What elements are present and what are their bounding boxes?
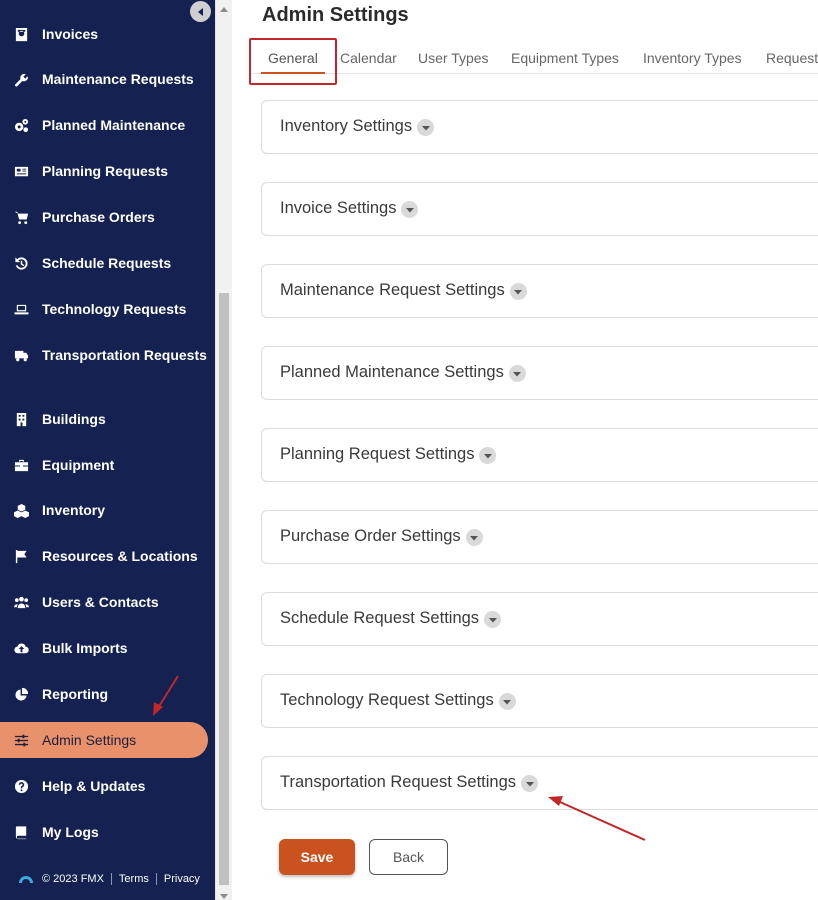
tab-calendar[interactable]: Calendar — [340, 50, 397, 66]
fmx-logo-icon — [19, 876, 33, 883]
boxes-icon — [12, 501, 30, 519]
newspaper-icon — [12, 162, 30, 180]
sidebar-item-label: Maintenance Requests — [42, 71, 194, 87]
copyright-text: © 2023 FMX — [42, 873, 104, 885]
caret-down-icon[interactable] — [508, 365, 526, 382]
page-title: Admin Settings — [262, 4, 409, 26]
back-button[interactable]: Back — [369, 839, 448, 875]
caret-down-icon[interactable] — [484, 611, 502, 628]
triangle-up-icon — [220, 7, 228, 12]
sidebar-item-label: Users & Contacts — [42, 594, 159, 610]
chevron-left-icon — [197, 7, 203, 16]
collapse-sidebar-button[interactable] — [190, 1, 211, 22]
panel-planned-maintenance-settings[interactable]: Planned Maintenance Settings — [261, 346, 818, 400]
sidebar-item-label: Resources & Locations — [42, 548, 198, 564]
flag-icon — [12, 547, 30, 565]
sidebar: Invoices Maintenance Requests Planned Ma… — [0, 0, 215, 900]
history-icon — [12, 254, 30, 272]
cloud-upload-icon — [12, 639, 30, 657]
scroll-down-arrow[interactable] — [219, 888, 229, 899]
wrench-icon — [12, 70, 30, 88]
caret-down-icon[interactable] — [521, 775, 539, 792]
sidebar-item-label: Planning Requests — [42, 163, 169, 179]
cart-icon — [12, 208, 30, 226]
users-icon — [12, 593, 30, 611]
tab-equipment-types[interactable]: Equipment Types — [511, 50, 619, 66]
triangle-down-icon — [220, 894, 228, 899]
sidebar-item-label: Bulk Imports — [42, 640, 128, 656]
invoice-icon — [12, 25, 30, 43]
sliders-icon — [12, 731, 30, 749]
sidebar-item-label: Reporting — [42, 686, 109, 702]
save-button[interactable]: Save — [279, 839, 355, 875]
annotation-highlight-box — [249, 38, 337, 85]
panel-purchase-order-settings[interactable]: Purchase Order Settings — [261, 510, 818, 564]
sidebar-item-label: Help & Updates — [42, 778, 146, 794]
scrollbar-thumb[interactable] — [219, 293, 229, 885]
sidebar-item-label: Equipment — [42, 457, 115, 473]
panel-technology-request-settings[interactable]: Technology Request Settings — [261, 674, 818, 728]
panel-title: Technology Request Settings — [280, 690, 494, 709]
sidebar-item-label: Admin Settings — [42, 732, 137, 748]
building-icon — [12, 410, 30, 428]
tab-request[interactable]: Request — [766, 50, 818, 66]
gears-icon — [12, 116, 30, 134]
panel-title: Invoice Settings — [280, 198, 397, 217]
panel-title: Schedule Request Settings — [280, 608, 480, 627]
panel-title: Planning Request Settings — [280, 444, 475, 463]
book-icon — [12, 823, 30, 841]
sidebar-item-label: Buildings — [42, 411, 106, 427]
panel-schedule-request-settings[interactable]: Schedule Request Settings — [261, 592, 818, 646]
laptop-icon — [12, 300, 30, 318]
caret-down-icon[interactable] — [465, 529, 483, 546]
sidebar-item-label: Planned Maintenance — [42, 117, 186, 133]
caret-down-icon[interactable] — [401, 201, 419, 218]
truck-icon — [12, 346, 30, 364]
scroll-up-arrow[interactable] — [219, 2, 229, 12]
caret-down-icon[interactable] — [498, 693, 516, 710]
sidebar-footer: © 2023 FMX Terms Privacy — [18, 873, 200, 885]
panel-planning-request-settings[interactable]: Planning Request Settings — [261, 428, 818, 482]
sidebar-item-label: My Logs — [42, 824, 99, 840]
panel-title: Purchase Order Settings — [280, 526, 461, 545]
terms-link[interactable]: Terms — [119, 873, 149, 885]
caret-down-icon[interactable] — [509, 283, 527, 300]
sidebar-item-label: Technology Requests — [42, 301, 187, 317]
privacy-link[interactable]: Privacy — [164, 873, 200, 885]
panel-inventory-settings[interactable]: Inventory Settings — [261, 100, 818, 154]
tab-inventory-types[interactable]: Inventory Types — [643, 50, 742, 66]
caret-down-icon[interactable] — [417, 119, 435, 136]
panel-title: Transportation Request Settings — [280, 772, 517, 791]
footer-divider — [155, 873, 157, 885]
footer-divider — [110, 873, 112, 885]
sidebar-item-label: Schedule Requests — [42, 255, 172, 271]
sidebar-item-label: Transportation Requests — [42, 347, 207, 363]
question-circle-icon — [12, 777, 30, 795]
panel-title: Inventory Settings — [280, 116, 413, 135]
panel-maintenance-request-settings[interactable]: Maintenance Request Settings — [261, 264, 818, 318]
pie-chart-icon — [12, 685, 30, 703]
panel-title: Planned Maintenance Settings — [280, 362, 504, 381]
tab-user-types[interactable]: User Types — [418, 50, 489, 66]
panel-invoice-settings[interactable]: Invoice Settings — [261, 182, 818, 236]
sidebar-item-label: Invoices — [42, 26, 99, 42]
panel-title: Maintenance Request Settings — [280, 280, 505, 299]
sidebar-item-label: Inventory — [42, 502, 106, 518]
panel-transportation-request-settings[interactable]: Transportation Request Settings — [261, 756, 818, 810]
sidebar-item-label: Purchase Orders — [42, 209, 155, 225]
caret-down-icon[interactable] — [479, 447, 497, 464]
toolbox-icon — [12, 456, 30, 474]
